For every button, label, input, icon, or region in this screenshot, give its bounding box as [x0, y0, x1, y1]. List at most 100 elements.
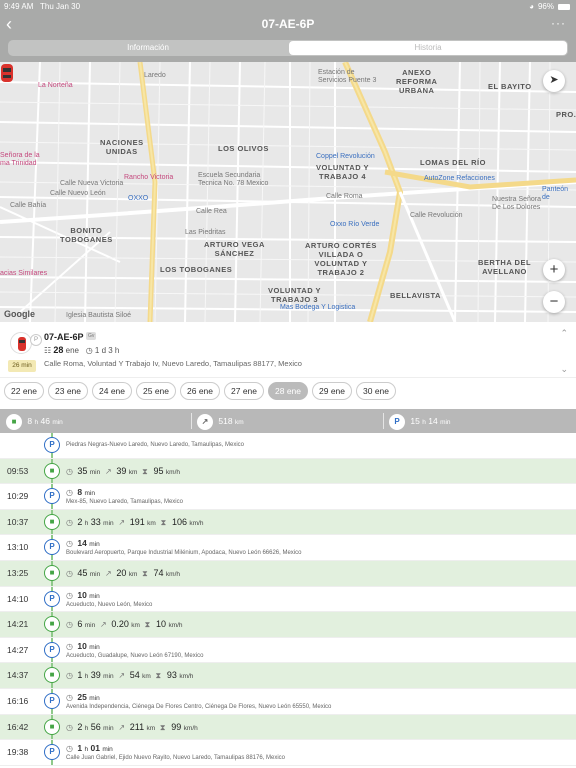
parking-row[interactable]: 13:10 P ◷ 14 min Boulevard Aeropuerto, Parq… [0, 535, 576, 561]
chevron-up-icon[interactable]: ⌃ [560, 328, 568, 339]
date-pill[interactable]: 25 ene [136, 382, 176, 400]
clock-icon: ◷ [66, 568, 73, 578]
drive-row[interactable]: 10:37 ■ ◷ 2 h 33 min ↗ 191 km ⧗ 106 km/h [0, 509, 576, 536]
date-pill[interactable]: 29 ene [312, 382, 352, 400]
distance-value: 39 [116, 465, 127, 476]
distance-icon: ↗ [104, 466, 112, 476]
speed-icon: ⧗ [144, 620, 151, 630]
parking-row[interactable]: 10:29 P ◷ 8 min Mex-85, Nuevo Laredo, Tamau… [0, 484, 576, 510]
distance-value: 54 [129, 670, 140, 681]
drive-row[interactable]: 13:25 ■ ◷ 45 min ↗ 20 km ⧗ 74 km/h [0, 560, 576, 587]
date-pill[interactable]: 22 ene [4, 382, 44, 400]
date-pill[interactable]: 27 ene [224, 382, 264, 400]
speed-icon: ⧗ [160, 517, 167, 527]
map-area-label: LOMAS DEL RÍO [420, 158, 486, 167]
tab-informacion[interactable]: Información [9, 41, 287, 55]
parking-address: Mex-85, Nuevo Laredo, Tamaulipas, Mexico [66, 499, 183, 506]
summary-drive: ■ 8 h 46 min [6, 409, 63, 433]
distance-value: 211 [129, 721, 145, 732]
tab-historia[interactable]: Historia [289, 41, 567, 55]
row-time: 14:27 [7, 644, 29, 655]
drive-metrics: ◷ 35 min ↗ 39 km ⧗ 95 km/h [66, 459, 180, 485]
drive-row[interactable]: 09:53 ■ ◷ 35 min ↗ 39 km ⧗ 95 km/h [0, 458, 576, 485]
date-pill[interactable]: 30 ene [356, 382, 396, 400]
date-pill[interactable]: 28 ene [268, 382, 308, 400]
map-street-label: Calle Roma [326, 193, 363, 200]
distance-unit: km [142, 673, 151, 681]
distance-icon: ↗ [104, 568, 112, 578]
date-pill[interactable]: 26 ene [180, 382, 220, 400]
speed-value: 106 [171, 516, 187, 527]
drive-metrics: ◷ 45 min ↗ 20 km ⧗ 74 km/h [66, 561, 180, 587]
speed-unit: km/h [179, 673, 194, 681]
speed-value: 99 [171, 721, 182, 732]
car-marker-icon[interactable] [0, 62, 14, 84]
parking-duration: ◷ 25 min [66, 692, 100, 702]
map-area-label: EL BAYITO [488, 82, 532, 91]
zoom-in-button[interactable]: + [543, 259, 565, 281]
duration-unit: min [89, 541, 100, 549]
map-poi: AutoZone Refacciones [424, 175, 495, 182]
duration-value: 8 [77, 487, 83, 498]
distance-unit: km [131, 622, 140, 630]
clock-icon: ◷ [66, 466, 73, 476]
drive-metrics: ◷ 2 h 56 min ↗ 211 km ⧗ 99 km/h [66, 715, 198, 741]
map-area-label: LOS TOBOGANES [160, 265, 233, 274]
duration-unit: min [89, 468, 101, 476]
date-pill[interactable]: 23 ene [48, 382, 88, 400]
map-poi: Nuestra Señora De Los Dolores [492, 196, 542, 211]
vehicle-plate: 07-AE-6P [44, 332, 84, 342]
more-options-icon[interactable]: ··· [551, 16, 566, 30]
chevron-down-icon[interactable]: ⌄ [560, 364, 568, 375]
wifi-icon: ◕ [529, 2, 534, 11]
parking-duration: ◷ 8 min [66, 487, 95, 497]
parking-row[interactable]: 16:16 P ◷ 25 min Avenida Independencia, Cié… [0, 688, 576, 715]
duration-value: 1 [77, 670, 83, 681]
locate-arrow-icon[interactable]: ➤ [543, 70, 565, 92]
map-area-label: VOLUNTAD Y TRABAJO 3 [268, 286, 322, 304]
map-poi: Rancho Victoria [124, 174, 174, 181]
drive-metrics: ◷ 6 min ↗ 0.20 km ⧗ 10 km/h [66, 612, 183, 638]
map[interactable]: ANEXO REFORMA URBANA EL BAYITO NACIONES UNI… [0, 62, 576, 322]
map-area-label: BERTHA DEL AVELLANO [478, 258, 532, 276]
zoom-out-button[interactable]: − [543, 291, 565, 313]
parking-duration: ◷ 14 min [66, 538, 100, 548]
battery-percent: 96% [537, 2, 554, 11]
parking-address: Avenida Independencia, Ciénega De Flores… [66, 703, 332, 710]
divider [191, 413, 192, 429]
row-time: 16:16 [7, 695, 29, 706]
vehicle-chip: Gv [86, 332, 97, 340]
vehicle-info-panel: P 26 min 07-AE-6P Gv ☷ 28 ene ◷ 1 d 3 h … [0, 322, 576, 378]
map-area-label: BELLAVISTA [390, 291, 441, 300]
distance-unit: km [128, 468, 138, 476]
car-icon: ■ [44, 462, 60, 479]
clock-icon: ◷ [66, 671, 73, 681]
drive-row[interactable]: 14:21 ■ ◷ 6 min ↗ 0.20 km ⧗ 10 km/h [0, 612, 576, 638]
distance-unit: km [147, 519, 156, 527]
map-poi: La Norteña [38, 82, 73, 89]
drive-row[interactable]: 14:37 ■ ◷ 1 h 39 min ↗ 54 km ⧗ 93 km/h [0, 663, 576, 689]
calendar-icon: ☷ [44, 346, 52, 355]
drive-row[interactable]: 16:42 ■ ◷ 2 h 56 min ↗ 211 km ⧗ 99 km/h [0, 714, 576, 741]
duration-value: 39 [90, 670, 101, 681]
parking-row[interactable]: P Piedras Negras-Nuevo Laredo, Nuevo Lare… [0, 433, 576, 459]
duration-unit: min [102, 746, 113, 754]
clock-icon: ◷ [85, 346, 93, 355]
speed-icon: ⧗ [155, 671, 162, 681]
parking-row[interactable]: 14:27 P ◷ 10 min Acueducto, Guadalupe, Nuev… [0, 637, 576, 664]
map-street-label: Calle Bahía [10, 202, 47, 209]
row-time: 09:53 [7, 465, 29, 476]
duration-value: 10 [77, 589, 87, 600]
clock-icon: ◷ [66, 539, 73, 549]
date-pill[interactable]: 24 ene [92, 382, 132, 400]
parking-row[interactable]: 14:10 P ◷ 10 min Acueducto, Nuevo León, Mex… [0, 586, 576, 613]
row-time: 13:10 [7, 542, 29, 553]
speed-unit: km/h [189, 519, 204, 527]
duration-unit: min [84, 490, 95, 498]
distance-icon: ↗ [99, 620, 107, 630]
duration-value: 35 [77, 465, 88, 476]
parking-row[interactable]: 19:38 P ◷ 1 h 01 min Calle Juan Gabriel, Ej… [0, 740, 576, 766]
segmented-control: Información Historia [8, 40, 568, 56]
map-area-label: NACIONES UNIDAS [100, 138, 144, 156]
row-time: 13:25 [7, 567, 29, 578]
